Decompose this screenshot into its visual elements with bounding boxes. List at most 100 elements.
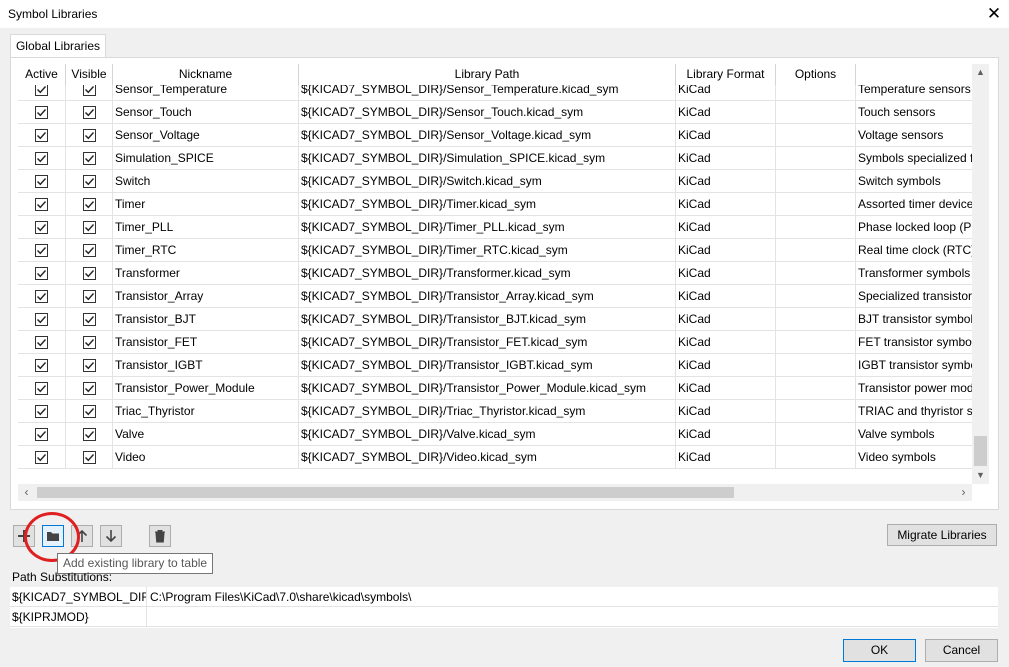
description-cell[interactable]: Voltage sensors (856, 124, 972, 147)
active-checkbox[interactable] (35, 85, 48, 96)
table-row[interactable]: Timer_PLL ${KICAD7_SYMBOL_DIR}/Timer_PLL.… (18, 216, 972, 239)
options-cell[interactable] (776, 331, 856, 354)
visible-checkbox[interactable] (82, 175, 96, 188)
library-path-cell[interactable]: ${KICAD7_SYMBOL_DIR}/Transistor_FET.kica… (299, 331, 676, 354)
active-checkbox[interactable] (35, 152, 48, 165)
nickname-cell[interactable]: Simulation_SPICE (113, 147, 299, 170)
options-cell[interactable] (776, 400, 856, 423)
description-cell[interactable]: Temperature sensors (856, 85, 972, 101)
active-checkbox[interactable] (35, 129, 48, 142)
library-path-cell[interactable]: ${KICAD7_SYMBOL_DIR}/Transistor_Array.ki… (299, 285, 676, 308)
description-cell[interactable]: Transformer symbols (856, 262, 972, 285)
library-format-cell[interactable]: KiCad (676, 423, 776, 446)
table-row[interactable]: Transistor_Array ${KICAD7_SYMBOL_DIR}/Tra… (18, 285, 972, 308)
library-format-cell[interactable]: KiCad (676, 124, 776, 147)
add-existing-library-button[interactable] (42, 525, 64, 547)
library-format-cell[interactable]: KiCad (676, 262, 776, 285)
active-checkbox[interactable] (35, 359, 48, 372)
description-cell[interactable]: Symbols specialized fo (856, 147, 972, 170)
ok-button[interactable]: OK (843, 639, 916, 662)
column-header-visible[interactable]: Visible (66, 64, 113, 85)
options-cell[interactable] (776, 85, 856, 101)
table-row[interactable]: Transformer ${KICAD7_SYMBOL_DIR}/Transfor… (18, 262, 972, 285)
add-library-button[interactable] (13, 525, 35, 547)
library-format-cell[interactable]: KiCad (676, 85, 776, 101)
library-path-cell[interactable]: ${KICAD7_SYMBOL_DIR}/Transformer.kicad_s… (299, 262, 676, 285)
substitution-name[interactable]: ${KIPRJMOD} (10, 607, 147, 627)
visible-checkbox[interactable] (82, 405, 96, 418)
library-path-cell[interactable]: ${KICAD7_SYMBOL_DIR}/Sensor_Temperature.… (299, 85, 676, 101)
visible-checkbox[interactable] (82, 451, 96, 464)
column-header-library-format[interactable]: Library Format (676, 64, 776, 85)
substitution-value[interactable] (147, 607, 997, 627)
column-header-nickname[interactable]: Nickname (113, 64, 299, 85)
library-format-cell[interactable]: KiCad (676, 285, 776, 308)
active-checkbox[interactable] (35, 221, 48, 234)
table-row[interactable]: Transistor_BJT ${KICAD7_SYMBOL_DIR}/Trans… (18, 308, 972, 331)
library-format-cell[interactable]: KiCad (676, 101, 776, 124)
library-format-cell[interactable]: KiCad (676, 308, 776, 331)
library-path-cell[interactable]: ${KICAD7_SYMBOL_DIR}/Transistor_BJT.kica… (299, 308, 676, 331)
table-row[interactable]: Simulation_SPICE ${KICAD7_SYMBOL_DIR}/Sim… (18, 147, 972, 170)
column-header-active[interactable]: Active (18, 64, 66, 85)
nickname-cell[interactable]: Video (113, 446, 299, 469)
options-cell[interactable] (776, 216, 856, 239)
options-cell[interactable] (776, 423, 856, 446)
options-cell[interactable] (776, 354, 856, 377)
active-checkbox[interactable] (35, 336, 48, 349)
description-cell[interactable]: TRIAC and thyristor sy (856, 400, 972, 423)
nickname-cell[interactable]: Transformer (113, 262, 299, 285)
visible-checkbox[interactable] (82, 85, 96, 96)
library-format-cell[interactable]: KiCad (676, 400, 776, 423)
nickname-cell[interactable]: Transistor_Power_Module (113, 377, 299, 400)
active-checkbox[interactable] (35, 175, 48, 188)
table-row[interactable]: Timer ${KICAD7_SYMBOL_DIR}/Timer.kicad_sy… (18, 193, 972, 216)
visible-checkbox[interactable] (82, 428, 96, 441)
table-row[interactable]: Video ${KICAD7_SYMBOL_DIR}/Video.kicad_sy… (18, 446, 972, 469)
library-format-cell[interactable]: KiCad (676, 354, 776, 377)
cancel-button[interactable]: Cancel (925, 639, 998, 662)
library-path-cell[interactable]: ${KICAD7_SYMBOL_DIR}/Simulation_SPICE.ki… (299, 147, 676, 170)
visible-checkbox[interactable] (82, 106, 96, 119)
table-row[interactable]: Sensor_Touch ${KICAD7_SYMBOL_DIR}/Sensor_… (18, 101, 972, 124)
library-path-cell[interactable]: ${KICAD7_SYMBOL_DIR}/Transistor_Power_Mo… (299, 377, 676, 400)
nickname-cell[interactable]: Sensor_Voltage (113, 124, 299, 147)
visible-checkbox[interactable] (82, 198, 96, 211)
visible-checkbox[interactable] (82, 382, 96, 395)
horizontal-scrollbar[interactable]: ‹ › (18, 484, 972, 501)
scroll-right-icon[interactable]: › (955, 484, 972, 501)
table-row[interactable]: Transistor_Power_Module ${KICAD7_SYMBOL_D… (18, 377, 972, 400)
scroll-up-icon[interactable]: ▲ (972, 64, 989, 81)
move-up-button[interactable] (71, 525, 93, 547)
nickname-cell[interactable]: Triac_Thyristor (113, 400, 299, 423)
description-cell[interactable]: Phase locked loop (PL (856, 216, 972, 239)
library-path-cell[interactable]: ${KICAD7_SYMBOL_DIR}/Switch.kicad_sym (299, 170, 676, 193)
options-cell[interactable] (776, 101, 856, 124)
description-cell[interactable]: Switch symbols (856, 170, 972, 193)
column-header-library-path[interactable]: Library Path (299, 64, 676, 85)
vertical-scrollbar[interactable]: ▲ ▼ (972, 64, 989, 484)
options-cell[interactable] (776, 285, 856, 308)
library-path-cell[interactable]: ${KICAD7_SYMBOL_DIR}/Video.kicad_sym (299, 446, 676, 469)
substitution-value[interactable]: C:\Program Files\KiCad\7.0\share\kicad\s… (147, 587, 997, 607)
visible-checkbox[interactable] (82, 129, 96, 142)
library-format-cell[interactable]: KiCad (676, 216, 776, 239)
active-checkbox[interactable] (35, 267, 48, 280)
visible-checkbox[interactable] (82, 359, 96, 372)
description-cell[interactable]: Specialized transistor a (856, 285, 972, 308)
nickname-cell[interactable]: Switch (113, 170, 299, 193)
description-cell[interactable]: Touch sensors (856, 101, 972, 124)
description-cell[interactable]: Assorted timer device (856, 193, 972, 216)
options-cell[interactable] (776, 239, 856, 262)
table-row[interactable]: Sensor_Voltage ${KICAD7_SYMBOL_DIR}/Senso… (18, 124, 972, 147)
options-cell[interactable] (776, 147, 856, 170)
table-row[interactable]: Sensor_Temperature ${KICAD7_SYMBOL_DIR}/S… (18, 85, 972, 101)
library-path-cell[interactable]: ${KICAD7_SYMBOL_DIR}/Sensor_Touch.kicad_… (299, 101, 676, 124)
description-cell[interactable]: Video symbols (856, 446, 972, 469)
library-format-cell[interactable]: KiCad (676, 170, 776, 193)
visible-checkbox[interactable] (82, 290, 96, 303)
options-cell[interactable] (776, 262, 856, 285)
active-checkbox[interactable] (35, 244, 48, 257)
library-path-cell[interactable]: ${KICAD7_SYMBOL_DIR}/Timer.kicad_sym (299, 193, 676, 216)
library-format-cell[interactable]: KiCad (676, 147, 776, 170)
